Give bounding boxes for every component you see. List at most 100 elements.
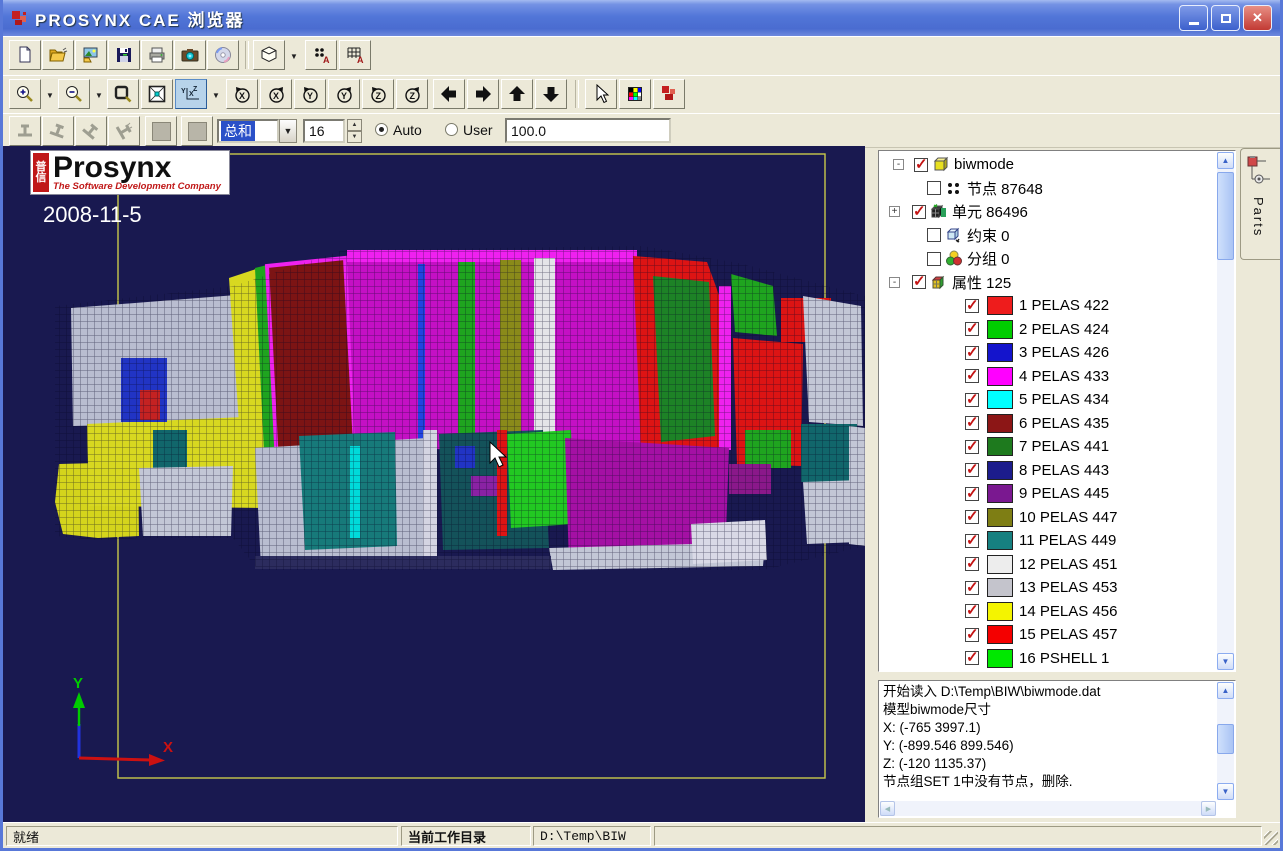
zoom-window-button[interactable]: [107, 79, 139, 109]
auto-radio-label[interactable]: Auto: [393, 122, 422, 138]
property-label[interactable]: 1 PELAS 422: [1019, 297, 1109, 314]
property-row[interactable]: 13 PELAS 453: [881, 576, 1216, 600]
scroll-up-button[interactable]: ▲: [1217, 152, 1234, 169]
property-label[interactable]: 14 PELAS 456: [1019, 603, 1117, 620]
element-label-toggle-button[interactable]: A: [339, 40, 371, 70]
result-type-combo-arrow[interactable]: ▼: [279, 119, 297, 143]
property-label[interactable]: 4 PELAS 433: [1019, 368, 1109, 385]
tree-checkbox[interactable]: [927, 252, 941, 266]
spin-up-icon[interactable]: ▲: [347, 119, 362, 131]
model-viewport[interactable]: Y X 普 信 Prosynx The Software Development…: [3, 146, 865, 822]
scroll-down-button[interactable]: ▼: [1217, 653, 1234, 670]
shade-mode-dropdown[interactable]: ▼: [286, 40, 302, 72]
property-row[interactable]: 15 PELAS 457: [881, 623, 1216, 647]
color-palette-button[interactable]: [619, 79, 651, 109]
pan-right-button[interactable]: [467, 79, 499, 109]
spin-down-icon[interactable]: ▼: [347, 131, 362, 143]
rotate-x-cw-button[interactable]: X: [260, 79, 292, 109]
minimize-button[interactable]: [1179, 5, 1208, 31]
resize-grip[interactable]: [1264, 831, 1278, 845]
tree-checkbox[interactable]: [912, 275, 926, 289]
property-label[interactable]: 6 PELAS 435: [1019, 415, 1109, 432]
property-checkbox[interactable]: [965, 628, 979, 642]
tree-node-label[interactable]: 单元 86496: [952, 201, 1028, 222]
log-hscrollbar[interactable]: ◀ ▶: [880, 801, 1216, 816]
auto-radio[interactable]: [375, 123, 388, 136]
tree-checkbox[interactable]: [914, 158, 928, 172]
zoom-out-button[interactable]: [58, 79, 90, 109]
pan-down-button[interactable]: [535, 79, 567, 109]
fit-view-button[interactable]: [141, 79, 173, 109]
mode-number-spinner[interactable]: ▲ ▼: [347, 119, 362, 143]
property-row[interactable]: 2 PELAS 424: [881, 318, 1216, 342]
property-row[interactable]: 3 PELAS 426: [881, 341, 1216, 365]
tree-checkbox[interactable]: [927, 181, 941, 195]
rotate-z-cw-button[interactable]: Z: [396, 79, 428, 109]
rotate-y-cw-button[interactable]: Y: [328, 79, 360, 109]
rotate-z-ccw-button[interactable]: Z: [362, 79, 394, 109]
tree-node-row[interactable]: 节点 87648: [881, 177, 1216, 201]
node-label-toggle-button[interactable]: A: [305, 40, 337, 70]
property-checkbox[interactable]: [965, 651, 979, 665]
property-label[interactable]: 12 PELAS 451: [1019, 556, 1117, 573]
scroll-right-button[interactable]: ▶: [1201, 801, 1216, 816]
tree-node-row[interactable]: - 属性 125: [881, 271, 1216, 295]
property-row[interactable]: 8 PELAS 443: [881, 459, 1216, 483]
property-label[interactable]: 7 PELAS 441: [1019, 438, 1109, 455]
property-checkbox[interactable]: [965, 416, 979, 430]
property-label[interactable]: 5 PELAS 434: [1019, 391, 1109, 408]
property-label[interactable]: 8 PELAS 443: [1019, 462, 1109, 479]
property-checkbox[interactable]: [965, 463, 979, 477]
scroll-left-button[interactable]: ◀: [880, 801, 895, 816]
tree-node-label[interactable]: 分组 0: [967, 248, 1010, 269]
print-button[interactable]: [141, 40, 173, 70]
tree-node-label[interactable]: 属性 125: [952, 272, 1011, 293]
cd-export-button[interactable]: [207, 40, 239, 70]
property-checkbox[interactable]: [965, 369, 979, 383]
property-row[interactable]: 7 PELAS 441: [881, 435, 1216, 459]
property-checkbox[interactable]: [965, 440, 979, 454]
property-label[interactable]: 11 PELAS 449: [1019, 532, 1116, 549]
property-label[interactable]: 16 PSHELL 1: [1019, 650, 1109, 667]
property-checkbox[interactable]: [965, 581, 979, 595]
user-radio-label[interactable]: User: [463, 122, 493, 138]
view-orientation-button[interactable]: YXZ: [175, 79, 207, 109]
property-row[interactable]: 5 PELAS 434: [881, 388, 1216, 412]
parts-tab-label[interactable]: Parts: [1251, 197, 1266, 237]
property-checkbox[interactable]: [965, 487, 979, 501]
tree-scrollbar[interactable]: ▲ ▼: [1217, 152, 1234, 670]
log-vscrollbar[interactable]: ▲ ▼: [1217, 682, 1234, 800]
property-checkbox[interactable]: [965, 393, 979, 407]
tree-checkbox[interactable]: [927, 228, 941, 242]
expand-toggle[interactable]: +: [889, 206, 900, 217]
close-button[interactable]: ✕: [1243, 5, 1272, 31]
property-row[interactable]: 12 PELAS 451: [881, 553, 1216, 577]
scrollbar-thumb[interactable]: [1217, 724, 1234, 754]
rotate-x-ccw-button[interactable]: X: [226, 79, 258, 109]
parts-tab[interactable]: Parts: [1240, 148, 1280, 260]
tree-root-row[interactable]: - biwmode: [881, 153, 1216, 177]
open-file-button[interactable]: [42, 40, 74, 70]
zoom-out-dropdown[interactable]: ▼: [91, 79, 107, 111]
mode-number-field[interactable]: 16: [303, 119, 345, 143]
select-pointer-button[interactable]: [585, 79, 617, 109]
property-row[interactable]: 6 PELAS 435: [881, 412, 1216, 436]
tree-node-row[interactable]: + 单元 86496: [881, 200, 1216, 224]
property-checkbox[interactable]: [965, 299, 979, 313]
property-row[interactable]: 11 PELAS 449: [881, 529, 1216, 553]
pan-left-button[interactable]: [433, 79, 465, 109]
user-radio[interactable]: [445, 123, 458, 136]
save-file-button[interactable]: [108, 40, 140, 70]
property-label[interactable]: 13 PELAS 453: [1019, 579, 1117, 596]
property-checkbox[interactable]: [965, 322, 979, 336]
property-row[interactable]: 1 PELAS 422: [881, 294, 1216, 318]
property-row[interactable]: 4 PELAS 433: [881, 365, 1216, 389]
property-checkbox[interactable]: [965, 557, 979, 571]
expand-toggle[interactable]: -: [889, 277, 900, 288]
tree-node-label[interactable]: 约束 0: [967, 225, 1010, 246]
property-label[interactable]: 15 PELAS 457: [1019, 626, 1117, 643]
prosynx-tool-button[interactable]: [653, 79, 685, 109]
snapshot-button[interactable]: [174, 40, 206, 70]
tree-node-row[interactable]: 约束 0: [881, 224, 1216, 248]
property-row[interactable]: 14 PELAS 456: [881, 600, 1216, 624]
